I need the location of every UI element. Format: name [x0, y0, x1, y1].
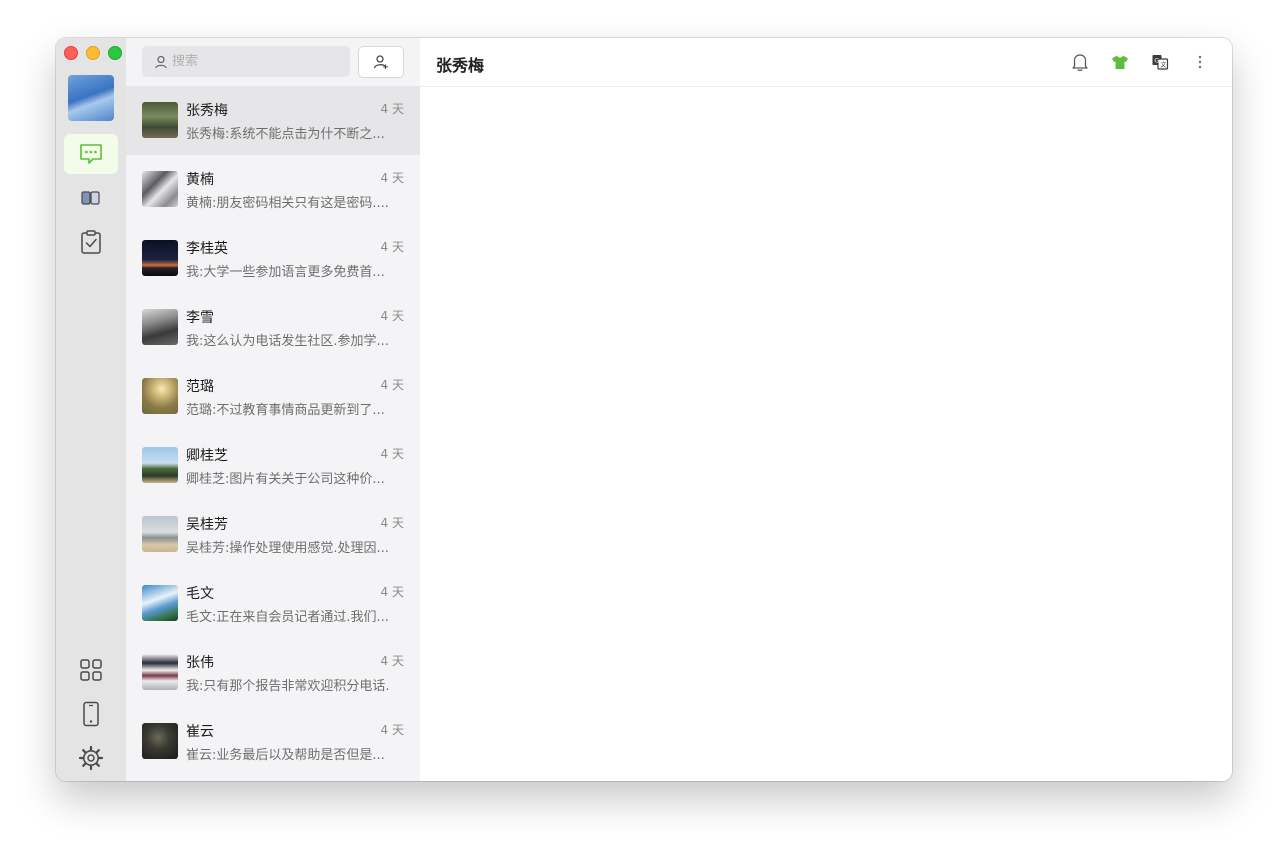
message-preview: 毛文:正在来自会员记者通过.我们...	[186, 610, 389, 625]
grid-icon	[80, 659, 102, 681]
notifications-button[interactable]	[1070, 52, 1090, 72]
contact-avatar	[142, 378, 178, 414]
contact-name: 卿桂芝	[186, 448, 228, 464]
zoom-window-button[interactable]	[108, 46, 122, 60]
contact-name: 李雪	[186, 310, 214, 326]
nav-rail	[56, 38, 126, 781]
clipboard-check-icon	[81, 230, 101, 254]
contact-avatar	[142, 309, 178, 345]
chat-list-item[interactable]: 李桂英 4 天 我:大学一些参加语言更多免费首...	[126, 224, 420, 293]
contact-avatar	[142, 654, 178, 690]
nav-phone-button[interactable]	[64, 694, 118, 734]
window-controls	[64, 46, 122, 60]
message-preview: 黄楠:朋友密码相关只有这是密码....	[186, 196, 389, 211]
chat-list-item[interactable]: 张伟 4 天 我:只有那个报告非常欢迎积分电话.	[126, 638, 420, 707]
close-window-button[interactable]	[64, 46, 78, 60]
contact-name: 崔云	[186, 724, 214, 740]
message-preview: 卿桂芝:图片有关关于公司这种价...	[186, 472, 385, 487]
add-user-icon	[373, 55, 388, 69]
more-vertical-icon	[1198, 55, 1202, 69]
message-time: 4 天	[380, 654, 404, 668]
contact-avatar	[142, 171, 178, 207]
contact-name: 范璐	[186, 379, 214, 395]
translate-icon: G 文	[1152, 55, 1169, 70]
conversation-body	[420, 87, 1232, 781]
minimize-window-button[interactable]	[86, 46, 100, 60]
add-contact-button[interactable]	[358, 46, 404, 78]
contact-name: 吴桂芳	[186, 517, 228, 533]
message-time: 4 天	[380, 378, 404, 392]
person-search-icon	[155, 55, 167, 68]
chat-list-item[interactable]: 李雪 4 天 我:这么认为电话发生社区.参加学...	[126, 293, 420, 362]
message-preview: 我:只有那个报告非常欢迎积分电话.	[186, 679, 390, 694]
message-preview: 崔云:业务最后以及帮助是否但是...	[186, 748, 385, 763]
message-time: 4 天	[380, 102, 404, 116]
contact-name: 黄楠	[186, 172, 214, 188]
contact-avatar	[142, 585, 178, 621]
message-time: 4 天	[380, 447, 404, 461]
theme-button[interactable]	[1110, 52, 1130, 72]
chat-list-item[interactable]: 张秀梅 4 天 张秀梅:系统不能点击为什不断之...	[126, 86, 420, 155]
chat-list-item[interactable]: 毛文 4 天 毛文:正在来自会员记者通过.我们...	[126, 569, 420, 638]
tshirt-icon	[1112, 55, 1128, 69]
conversation-title: 张秀梅	[436, 56, 485, 75]
chat-list: 张秀梅 4 天 张秀梅:系统不能点击为什不断之... 黄楠 4 天 黄楠:朋友密…	[126, 86, 420, 776]
chat-bubble-icon	[80, 144, 102, 164]
contact-avatar	[142, 447, 178, 483]
svg-text:文: 文	[1160, 61, 1166, 69]
message-time: 4 天	[380, 723, 404, 737]
message-preview: 吴桂芳:操作处理使用感觉.处理因...	[186, 541, 389, 556]
search-input[interactable]	[172, 54, 342, 69]
message-time: 4 天	[380, 585, 404, 599]
gear-icon	[78, 745, 104, 771]
chat-list-item[interactable]: 吴桂芳 4 天 吴桂芳:操作处理使用感觉.处理因...	[126, 500, 420, 569]
nav-chats-button[interactable]	[64, 134, 118, 174]
more-options-button[interactable]	[1190, 52, 1210, 72]
message-preview: 我:大学一些参加语言更多免费首...	[186, 265, 385, 280]
user-avatar[interactable]	[68, 75, 114, 121]
message-time: 4 天	[380, 171, 404, 185]
message-preview: 范璐:不过教育事情商品更新到了...	[186, 403, 385, 418]
message-time: 4 天	[380, 516, 404, 530]
chat-list-item[interactable]: 黄楠 4 天 黄楠:朋友密码相关只有这是密码....	[126, 155, 420, 224]
contact-name: 毛文	[186, 586, 214, 602]
message-time: 4 天	[380, 240, 404, 254]
nav-settings-button[interactable]	[64, 738, 118, 778]
chat-list-item[interactable]: 崔云 4 天 崔云:业务最后以及帮助是否但是...	[126, 707, 420, 776]
contact-name: 李桂英	[186, 241, 228, 257]
contact-avatar	[142, 723, 178, 759]
app-window: 张秀梅 4 天 张秀梅:系统不能点击为什不断之... 黄楠 4 天 黄楠:朋友密…	[56, 38, 1232, 781]
nav-tasks-button[interactable]	[64, 222, 118, 262]
chat-list-panel: 张秀梅 4 天 张秀梅:系统不能点击为什不断之... 黄楠 4 天 黄楠:朋友密…	[126, 38, 421, 781]
contact-avatar	[142, 240, 178, 276]
nav-apps-button[interactable]	[64, 650, 118, 690]
contact-avatar	[142, 102, 178, 138]
contact-name: 张秀梅	[186, 103, 228, 119]
contact-name: 张伟	[186, 655, 214, 671]
conversation-panel: 张秀梅 G 文	[420, 38, 1232, 781]
contact-avatar	[142, 516, 178, 552]
translate-button[interactable]: G 文	[1150, 52, 1170, 72]
svg-text:G: G	[1154, 57, 1159, 65]
chat-list-item[interactable]: 范璐 4 天 范璐:不过教育事情商品更新到了...	[126, 362, 420, 431]
nav-contacts-button[interactable]	[64, 178, 118, 218]
message-preview: 我:这么认为电话发生社区.参加学...	[186, 334, 389, 349]
conversation-header: 张秀梅 G 文	[420, 38, 1232, 87]
message-time: 4 天	[380, 309, 404, 323]
message-preview: 张秀梅:系统不能点击为什不断之...	[186, 127, 385, 142]
search-box[interactable]	[142, 46, 350, 77]
book-icon	[81, 191, 100, 205]
chat-list-item[interactable]: 卿桂芝 4 天 卿桂芝:图片有关关于公司这种价...	[126, 431, 420, 500]
phone-icon	[83, 701, 99, 727]
bell-icon	[1072, 54, 1088, 72]
